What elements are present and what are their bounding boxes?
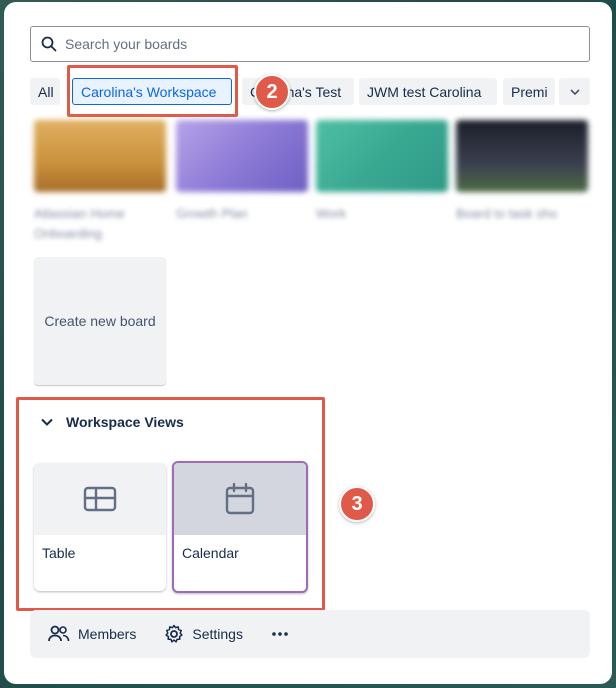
board-thumbnail xyxy=(34,120,166,192)
workspace-views-toggle[interactable]: Workspace Views xyxy=(40,414,184,430)
members-label: Members xyxy=(78,626,137,642)
create-new-board-button[interactable]: Create new board xyxy=(34,257,166,385)
annotation-badge-2: 2 xyxy=(254,74,290,110)
view-card-label: Calendar xyxy=(182,545,239,561)
filter-chip-all[interactable]: All xyxy=(30,78,60,105)
annotation-box-2 xyxy=(67,65,238,117)
more-options-button[interactable] xyxy=(271,631,297,637)
filter-chip-jwm-test-carolina[interactable]: JWM test Carolina xyxy=(359,78,497,105)
board-tile[interactable]: Atlassian Home Onboarding xyxy=(34,120,166,250)
members-icon xyxy=(48,625,70,642)
board-name: Work xyxy=(316,206,347,221)
board-thumbnail xyxy=(456,120,588,192)
search-icon xyxy=(41,36,57,52)
board-name: Growth Plan xyxy=(176,206,248,221)
boards-popover: All Carolina's Workspace Carolina's Test… xyxy=(4,2,612,684)
table-icon xyxy=(83,486,117,512)
board-tile[interactable]: Board to task sho xyxy=(456,120,588,250)
view-card-table[interactable]: Table xyxy=(34,463,166,591)
search-box[interactable] xyxy=(30,26,590,62)
create-new-board-label: Create new board xyxy=(44,313,156,329)
settings-label: Settings xyxy=(192,626,243,642)
chevron-down-icon xyxy=(569,88,580,95)
view-card-label: Table xyxy=(42,545,76,561)
settings-button[interactable]: Settings xyxy=(164,624,243,644)
workspace-footer: Members Settings xyxy=(30,610,590,658)
board-tile[interactable]: Work xyxy=(316,120,448,250)
workspace-views-title: Workspace Views xyxy=(66,414,184,430)
board-thumbnail xyxy=(316,120,448,192)
board-tile[interactable]: Growth Plan xyxy=(176,120,308,250)
filter-chip-premium[interactable]: Premi xyxy=(503,78,555,105)
view-card-calendar[interactable]: Calendar xyxy=(172,461,308,593)
gear-icon xyxy=(165,624,184,643)
board-name: Board to task sho xyxy=(456,206,558,221)
calendar-icon xyxy=(225,483,255,515)
more-filters-button[interactable] xyxy=(559,78,590,105)
search-input[interactable] xyxy=(65,36,589,52)
chevron-down-icon xyxy=(41,418,53,426)
board-name: Atlassian Home Onboarding xyxy=(34,206,126,241)
more-icon xyxy=(272,632,288,636)
members-button[interactable]: Members xyxy=(48,625,136,643)
board-thumbnail xyxy=(176,120,308,192)
annotation-badge-3: 3 xyxy=(339,486,375,522)
